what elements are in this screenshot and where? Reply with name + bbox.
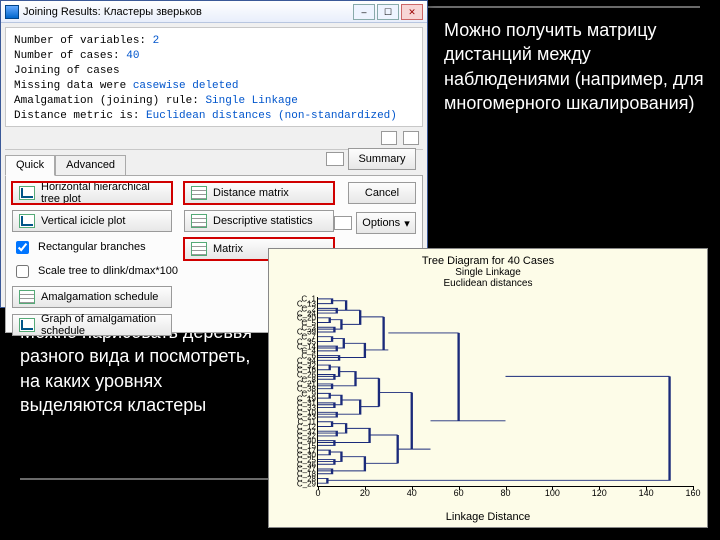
close-button[interactable]: ✕ — [401, 4, 423, 20]
x-tick: 140 — [639, 486, 654, 498]
app-icon — [5, 5, 19, 19]
x-tick: 120 — [592, 486, 607, 498]
rectangular-branches-label: Rectangular branches — [38, 241, 146, 253]
help-icon[interactable] — [403, 131, 419, 145]
plot-title: Tree Diagram for 40 Cases — [269, 249, 707, 267]
chevron-down-icon: ▾ — [404, 217, 410, 230]
tab-quick[interactable]: Quick — [5, 155, 55, 176]
matrix2-icon — [191, 242, 207, 256]
amalgamation-label: Amalgamation schedule — [41, 291, 158, 303]
x-tick: 40 — [407, 486, 417, 498]
horizontal-tree-label: Horizontal hierarchical tree plot — [41, 181, 165, 205]
summary-icon — [326, 152, 344, 166]
vertical-icicle-button[interactable]: Vertical icicle plot — [12, 210, 172, 232]
horizontal-tree-button[interactable]: Horizontal hierarchical tree plot — [12, 182, 172, 204]
minimize-button[interactable]: – — [353, 4, 375, 20]
tree-icon — [19, 186, 35, 200]
tree-diagram-window: Tree Diagram for 40 Cases Single Linkage… — [268, 248, 708, 528]
summary-button[interactable]: Summary — [348, 148, 416, 170]
scale-tree-label: Scale tree to dlink/dmax*100 — [38, 265, 178, 277]
stats-icon — [191, 214, 207, 228]
matrix-label: Matrix — [213, 243, 243, 255]
options-icon — [334, 216, 352, 230]
rectangular-branches-checkbox[interactable]: Rectangular branches — [12, 238, 178, 256]
rectangular-branches-input[interactable] — [16, 241, 29, 254]
distance-matrix-button[interactable]: Distance matrix — [184, 182, 334, 204]
plot-area: 020406080100120140160C_1C_13C_2C_24C_20C… — [317, 297, 693, 487]
copy-icon[interactable] — [381, 131, 397, 145]
window-title: Joining Results: Кластеры зверьков — [23, 6, 202, 18]
titlebar[interactable]: Joining Results: Кластеры зверьков – ☐ ✕ — [1, 1, 427, 23]
maximize-button[interactable]: ☐ — [377, 4, 399, 20]
plot-subtitle-1: Single Linkage — [269, 267, 707, 278]
annotation-right: Можно получить матрицу дистанций между н… — [444, 18, 704, 115]
x-tick: 60 — [454, 486, 464, 498]
x-axis-label: Linkage Distance — [269, 511, 707, 523]
distance-matrix-label: Distance matrix — [213, 187, 289, 199]
x-tick: 80 — [500, 486, 510, 498]
descriptive-stats-label: Descriptive statistics — [213, 215, 313, 227]
grid-icon — [19, 290, 35, 304]
y-tick: C_29 — [297, 479, 318, 488]
icicle-icon — [19, 214, 35, 228]
tab-advanced[interactable]: Advanced — [55, 155, 126, 176]
scale-tree-input[interactable] — [16, 265, 29, 278]
x-tick: 100 — [545, 486, 560, 498]
plot-subtitle-2: Euclidean distances — [269, 278, 707, 289]
scale-tree-checkbox[interactable]: Scale tree to dlink/dmax*100 — [12, 262, 178, 280]
x-tick: 20 — [360, 486, 370, 498]
cancel-button[interactable]: Cancel — [348, 182, 416, 204]
matrix-icon — [191, 186, 207, 200]
results-summary-pane: Number of variables: 2 Number of cases: … — [5, 27, 423, 127]
options-label: Options — [362, 217, 400, 229]
vertical-icicle-label: Vertical icicle plot — [41, 215, 125, 227]
descriptive-stats-button[interactable]: Descriptive statistics — [184, 210, 334, 232]
dendrogram-svg — [318, 297, 693, 486]
graph-amalgamation-button[interactable]: Graph of amalgamation schedule — [12, 314, 172, 336]
options-button[interactable]: Options ▾ — [356, 212, 416, 234]
x-tick: 160 — [685, 486, 700, 498]
amalgamation-schedule-button[interactable]: Amalgamation schedule — [12, 286, 172, 308]
graph-amalgamation-label: Graph of amalgamation schedule — [41, 313, 165, 337]
graph-icon — [19, 318, 35, 332]
